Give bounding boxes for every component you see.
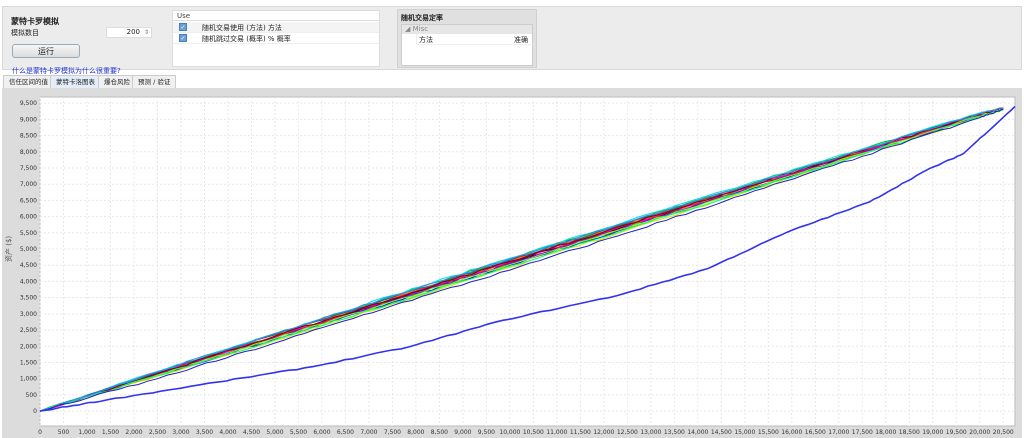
- x-tick-label: 5,000: [266, 429, 283, 436]
- x-tick-label: 9,500: [478, 429, 495, 436]
- x-tick-label: 19,000: [922, 429, 943, 436]
- x-tick-label: 13,000: [640, 429, 661, 436]
- x-tick-label: 8,500: [431, 429, 448, 436]
- x-tick-label: 0: [38, 429, 42, 436]
- x-tick-label: 17,000: [828, 429, 849, 436]
- y-tick-label: 8,000: [20, 149, 37, 156]
- x-tick-label: 2,000: [125, 429, 142, 436]
- x-tick-label: 11,000: [546, 429, 567, 436]
- y-tick-label: 1,500: [20, 359, 37, 366]
- y-tick-label: 5,500: [20, 230, 37, 237]
- y-tick-label: 8,500: [20, 133, 37, 140]
- x-tick-label: 18,000: [875, 429, 896, 436]
- x-tick-label: 13,500: [664, 429, 685, 436]
- x-tick-label: 18,500: [899, 429, 920, 436]
- x-tick-label: 12,500: [617, 429, 638, 436]
- y-tick-label: 4,500: [20, 262, 37, 269]
- y-tick-label: 2,000: [20, 343, 37, 350]
- monte-carlo-chart: 0 500 1,000 1,500 2,000 2,500 3,000 3,500 4,000 4…: [20, 96, 1016, 436]
- y-tick-label: 500: [26, 392, 38, 399]
- x-tick-label: 3,500: [196, 429, 213, 436]
- x-tick-label: 1,500: [102, 429, 119, 436]
- x-tick-label: 10,000: [499, 429, 520, 436]
- x-tick-label: 14,000: [687, 429, 708, 436]
- y-tick-label: 1,000: [20, 376, 37, 383]
- x-tick-label: 4,000: [219, 429, 236, 436]
- x-tick-label: 3,000: [172, 429, 189, 436]
- y-axis-label: 资产 ($): [5, 235, 13, 262]
- y-tick-label: 3,000: [20, 311, 37, 318]
- x-tick-label: 12,000: [593, 429, 614, 436]
- y-tick-label: 0: [33, 408, 37, 415]
- y-tick-label: 6,500: [20, 197, 37, 204]
- x-tick-label: 19,500: [946, 429, 967, 436]
- y-tick-label: 7,000: [20, 181, 37, 188]
- y-tick-label: 3,500: [20, 295, 37, 302]
- y-tick-label: 7,500: [20, 165, 37, 172]
- x-tick-label: 15,000: [734, 429, 755, 436]
- y-tick-label: 9,000: [20, 116, 37, 123]
- x-tick-label: 7,500: [384, 429, 401, 436]
- x-tick-label: 500: [58, 429, 70, 436]
- x-tick-label: 2,500: [149, 429, 166, 436]
- x-tick-label: 6,500: [337, 429, 354, 436]
- x-tick-label: 20,500: [993, 429, 1014, 436]
- y-tick-label: 4,000: [20, 278, 37, 285]
- x-tick-label: 6,000: [313, 429, 330, 436]
- x-tick-label: 5,500: [290, 429, 307, 436]
- x-tick-label: 20,000: [969, 429, 990, 436]
- x-tick-label: 10,500: [523, 429, 544, 436]
- y-tick-label: 5,000: [20, 246, 37, 253]
- x-tick-label: 9,000: [454, 429, 471, 436]
- x-tick-label: 17,500: [852, 429, 873, 436]
- y-tick-label: 9,500: [20, 100, 37, 107]
- x-tick-label: 14,500: [711, 429, 732, 436]
- x-tick-label: 16,000: [781, 429, 802, 436]
- x-tick-label: 1,000: [78, 429, 95, 436]
- x-tick-label: 16,500: [805, 429, 826, 436]
- x-tick-label: 11,500: [570, 429, 591, 436]
- x-tick-label: 15,500: [758, 429, 779, 436]
- y-tick-label: 6,000: [20, 214, 37, 221]
- x-tick-label: 8,000: [407, 429, 424, 436]
- y-tick-label: 2,500: [20, 327, 37, 334]
- x-tick-label: 4,500: [243, 429, 260, 436]
- x-tick-label: 7,000: [360, 429, 377, 436]
